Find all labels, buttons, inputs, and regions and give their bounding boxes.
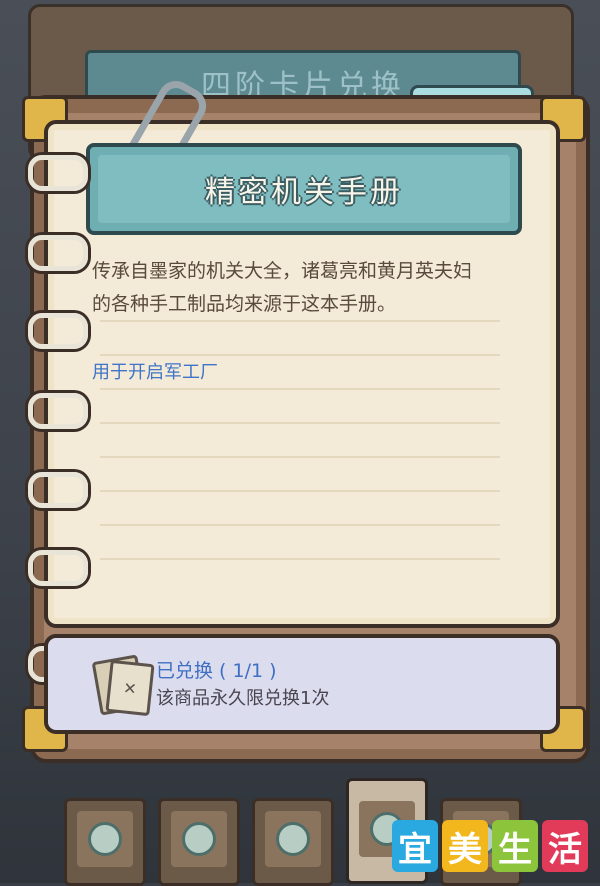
card-stack-icon: ✕ (105, 659, 155, 717)
binder-ring-icon (28, 155, 88, 191)
card-title: 精密机关手册 (205, 175, 403, 210)
card-tile[interactable] (158, 798, 240, 886)
card-icon (276, 822, 310, 856)
card-tile[interactable] (252, 798, 334, 886)
redeem-status: 已兑换 ( 1/1 ) (156, 660, 277, 682)
binder-ring-icon (28, 472, 88, 508)
card-icon (88, 822, 122, 856)
card-title-banner: 精密机关手册 (86, 143, 522, 235)
binder-ring-icon (28, 550, 88, 586)
watermark-logo: 宜 美 生 活 (392, 820, 592, 872)
card-icon (182, 822, 216, 856)
redeem-status-panel: ✕ 已兑换 ( 1/1 ) 该商品永久限兑换1次 (44, 634, 560, 734)
card-description: 传承自墨家的机关大全，诸葛亮和黄月英夫妇 的各种手工制品均来源于这本手册。 (92, 260, 473, 315)
binder-ring-icon (28, 393, 88, 429)
binder-ring-icon (28, 313, 88, 349)
card-tile[interactable] (64, 798, 146, 886)
binder-ring-icon (28, 235, 88, 271)
redeem-limit-note: 该商品永久限兑换1次 (156, 688, 330, 709)
card-usage-text: 用于开启军工厂 (92, 362, 218, 383)
